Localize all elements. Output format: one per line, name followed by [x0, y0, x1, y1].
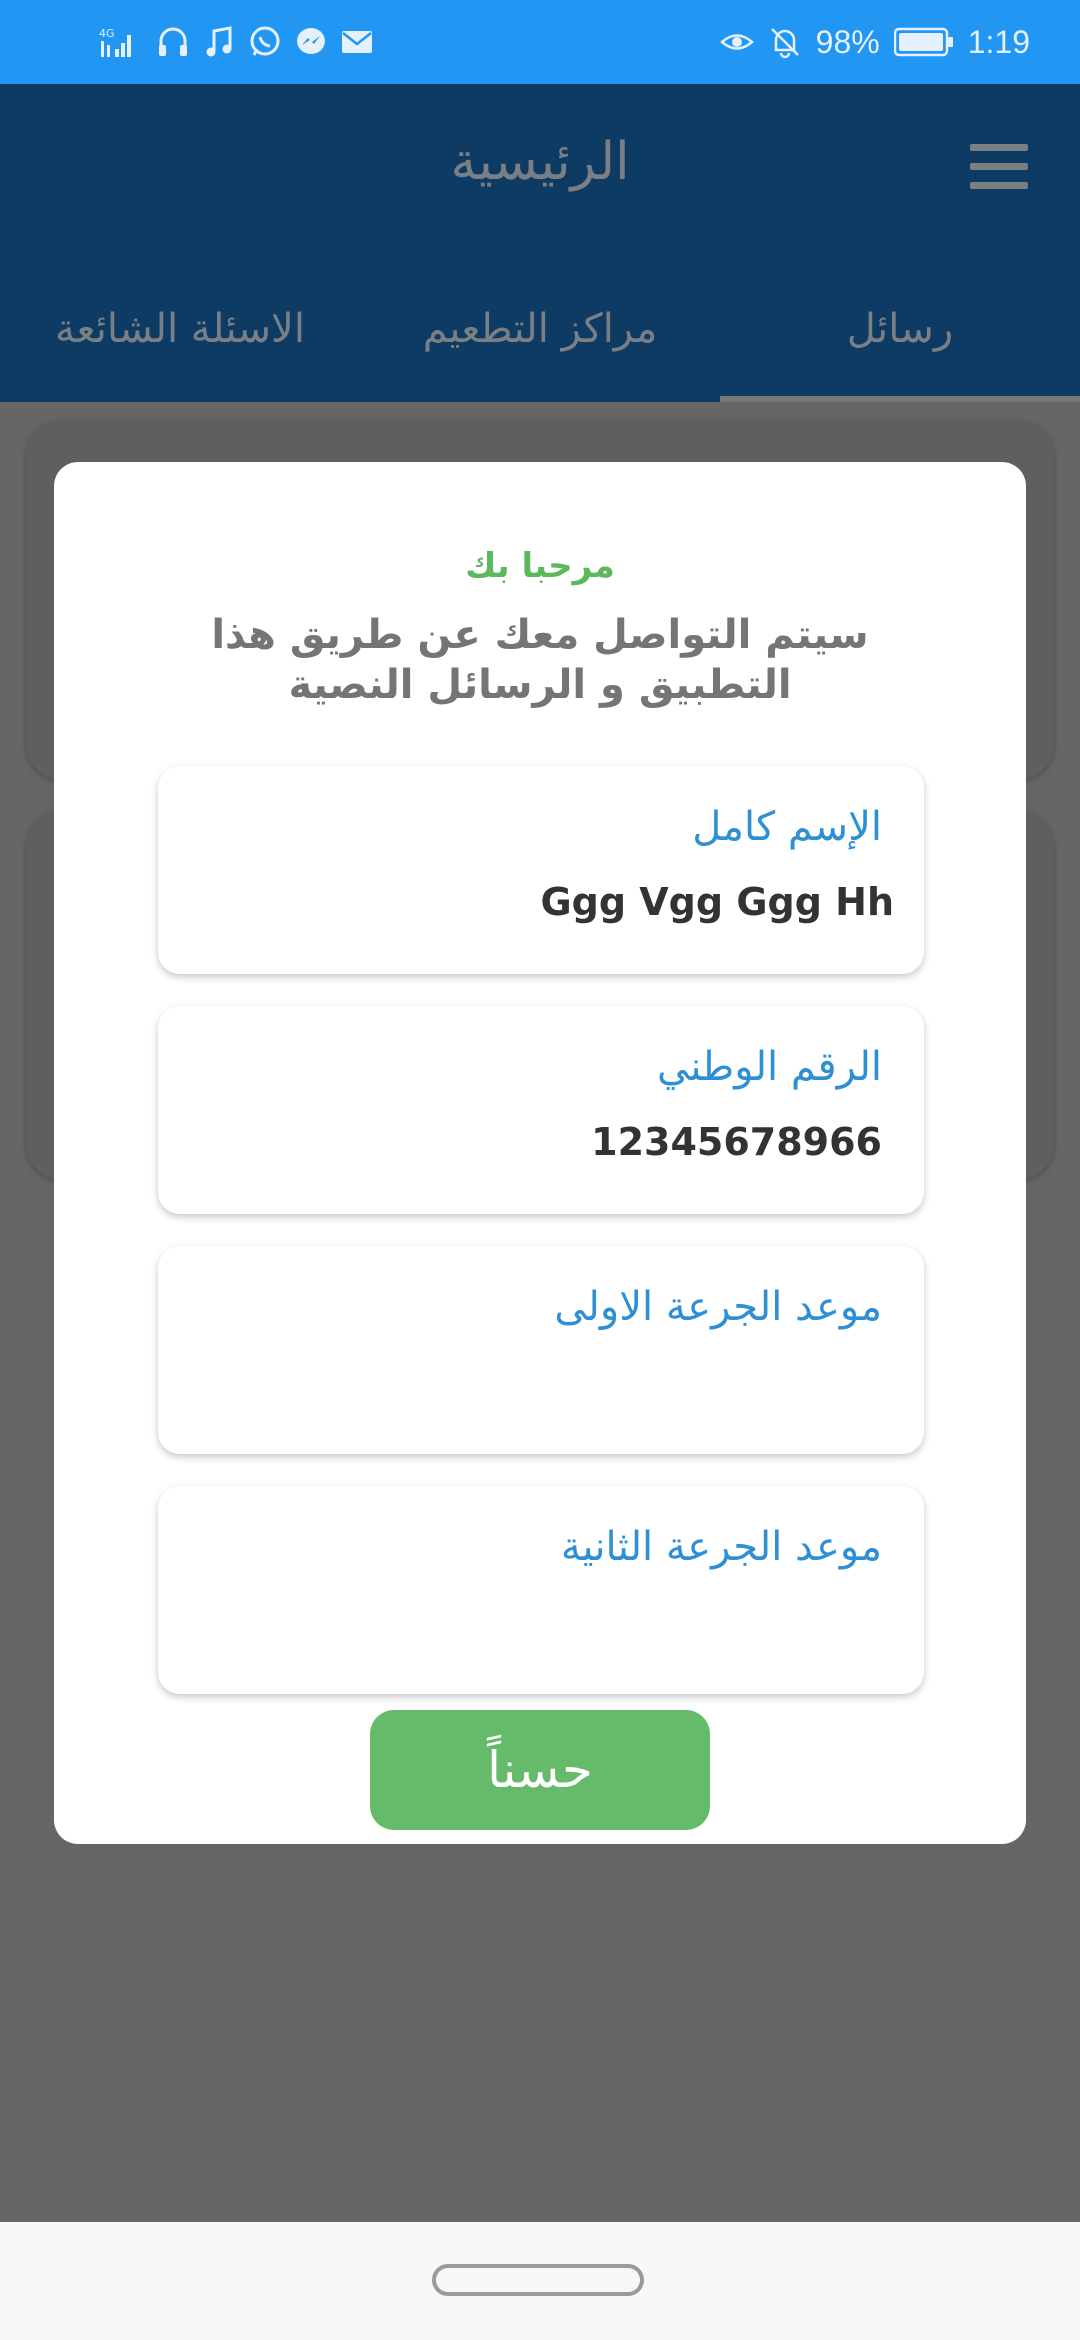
status-right: 98% 1:19	[719, 18, 1030, 66]
headphones-icon	[159, 27, 187, 56]
tab-faq[interactable]: الاسئلة الشائعة	[0, 254, 360, 402]
home-gesture-handle[interactable]	[432, 2264, 644, 2296]
battery-percent: 98%	[815, 23, 880, 60]
national-id-field[interactable]: الرقم الوطني 12345678966	[158, 1006, 924, 1214]
signal-icon: 4G	[99, 27, 131, 57]
clock: 1:19	[967, 23, 1030, 60]
field-label: الإسم كامل	[692, 804, 882, 850]
app-header: الرئيسية	[0, 84, 1080, 254]
messenger-icon	[297, 28, 325, 54]
active-tab-indicator	[720, 396, 1080, 402]
mail-icon	[342, 31, 372, 53]
app-screen: 4G 98% 1:19 الرئيسية رسائل مراكز التطعيم…	[0, 0, 1080, 2340]
navigation-bar	[0, 2222, 1080, 2340]
field-label: موعد الجرعة الثانية	[560, 1524, 882, 1570]
status-bar: 4G 98% 1:19	[0, 0, 1080, 84]
whatsapp-icon	[250, 26, 280, 56]
first-dose-date-field[interactable]: موعد الجرعة الاولى	[158, 1246, 924, 1454]
tab-messages[interactable]: رسائل	[720, 254, 1080, 402]
field-label: موعد الجرعة الاولى	[554, 1284, 882, 1330]
field-value: Ggg Vgg Ggg Hh	[540, 880, 894, 924]
page-title: الرئيسية	[450, 132, 630, 192]
svg-text:4G: 4G	[99, 27, 115, 40]
full-name-field[interactable]: الإسم كامل Ggg Vgg Ggg Hh	[158, 766, 924, 974]
tab-bar: رسائل مراكز التطعيم الاسئلة الشائعة	[0, 254, 1080, 402]
welcome-dialog: مرحبا بك سيتم التواصل معك عن طريق هذا ال…	[54, 462, 1026, 1844]
dialog-subtitle: سيتم التواصل معك عن طريق هذا التطبيق و ا…	[211, 612, 869, 708]
field-label: الرقم الوطني	[656, 1044, 882, 1090]
tab-vaccination-centers[interactable]: مراكز التطعيم	[360, 254, 720, 402]
battery-icon	[893, 27, 953, 57]
status-left-icons: 4G	[88, 18, 374, 66]
ok-button[interactable]: حسناً	[370, 1710, 710, 1830]
field-value: 12345678966	[591, 1120, 882, 1164]
bell-off-icon	[770, 28, 799, 59]
eye-icon	[719, 34, 754, 50]
welcome-text: مرحبا بك	[465, 546, 615, 586]
hamburger-menu-icon[interactable]	[970, 144, 1030, 190]
music-icon	[206, 26, 232, 57]
second-dose-date-field[interactable]: موعد الجرعة الثانية	[158, 1486, 924, 1694]
